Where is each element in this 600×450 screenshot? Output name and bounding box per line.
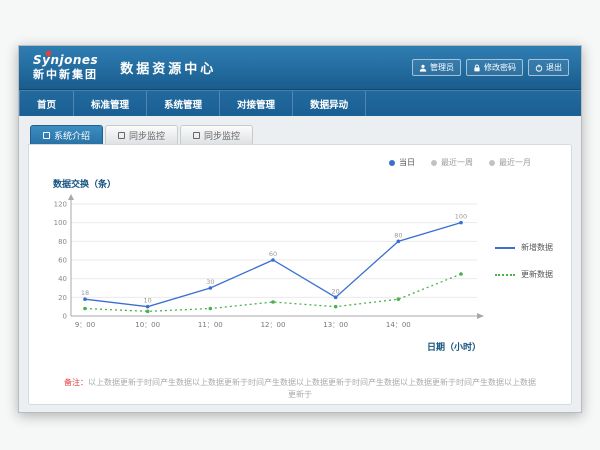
svg-text:100: 100 [54,219,67,227]
grid-icon [118,132,125,139]
series-legend: 新增数据 更新数据 [495,242,553,280]
svg-text:40: 40 [58,275,67,283]
tab-sync-monitor-2[interactable]: 同步监控 [180,125,253,144]
svg-text:30: 30 [206,278,214,286]
nav-item-system-mgmt[interactable]: 系统管理 [147,91,220,116]
svg-text:60: 60 [58,257,67,265]
main-nav: 首页 标准管理 系统管理 对接管理 数据异动 [19,90,581,116]
series-swatch-1 [495,274,515,276]
svg-text:80: 80 [58,238,67,246]
admin-user-label: 管理员 [430,62,454,73]
app-window: Synjones 新中新集团 数据资源中心 管理员 修改密码 退出 [18,45,582,413]
svg-text:20: 20 [58,294,67,302]
filter-label: 当日 [399,157,415,168]
legend-item-updated-data[interactable]: 更新数据 [495,269,553,280]
dot-icon [389,160,395,166]
change-password-label: 修改密码 [484,62,516,73]
change-password-button[interactable]: 修改密码 [466,59,523,76]
svg-text:9：00: 9：00 [75,321,95,329]
top-bar: Synjones 新中新集团 数据资源中心 管理员 修改密码 退出 [19,46,581,90]
logout-label: 退出 [546,62,562,73]
tab-sync-monitor-1[interactable]: 同步监控 [105,125,178,144]
y-axis-title: 数据交换（条） [53,177,559,190]
line-chart: 0 20 40 60 80 100 120 9：00 10：00 11：00 12：00 13：00 1… [41,192,487,344]
svg-text:14：00: 14：00 [386,321,411,329]
footnote-text: 以上数据更新于时间产生数据以上数据更新于时间产生数据以上数据更新于时间产生数据以… [88,378,536,399]
svg-text:100: 100 [455,213,467,221]
grid-icon [43,132,50,139]
admin-user-button[interactable]: 管理员 [412,59,461,76]
footnote: 备注：以上数据更新于时间产生数据以上数据更新于时间产生数据以上数据更新于时间产生… [41,377,559,400]
logo-text-cn: 新中新集团 [33,69,98,81]
svg-text:18: 18 [81,289,89,297]
power-icon [535,64,543,72]
chart-panel: 当日 最近一周 最近一月 数据交换（条） 0 20 40 60 80 100 120 9：00… [28,144,572,405]
series-swatch-0 [495,247,515,249]
top-actions: 管理员 修改密码 退出 [412,59,569,76]
legend-item-new-data[interactable]: 新增数据 [495,242,553,253]
tab-label: 系统介绍 [54,129,90,142]
svg-text:10：00: 10：00 [135,321,160,329]
svg-text:12：00: 12：00 [261,321,286,329]
svg-text:120: 120 [54,201,67,209]
grid-icon [193,132,200,139]
tab-bar: 系统介绍 同步监控 同步监控 [28,125,572,144]
nav-item-standard-mgmt[interactable]: 标准管理 [74,91,147,116]
tab-system-intro[interactable]: 系统介绍 [30,125,103,144]
tab-label: 同步监控 [129,129,165,142]
dot-icon [431,160,437,166]
user-icon [419,64,427,72]
nav-item-home[interactable]: 首页 [19,91,74,116]
series-label: 新增数据 [521,242,553,253]
filter-label: 最近一周 [441,157,473,168]
filter-label: 最近一月 [499,157,531,168]
filter-today[interactable]: 当日 [389,157,415,168]
svg-text:13：00: 13：00 [323,321,348,329]
range-filter-legend: 当日 最近一周 最近一月 [41,157,559,168]
logo-text-en: Synjones [33,54,98,67]
logout-button[interactable]: 退出 [528,59,569,76]
svg-text:10: 10 [144,297,152,305]
svg-text:20: 20 [332,287,340,295]
page-title: 数据资源中心 [120,58,216,77]
content-area: 系统介绍 同步监控 同步监控 当日 最近一周 [19,116,581,414]
dot-icon [489,160,495,166]
svg-text:0: 0 [63,313,67,321]
svg-text:60: 60 [269,250,277,258]
x-axis-title: 日期（小时） [41,340,481,353]
chart-row: 0 20 40 60 80 100 120 9：00 10：00 11：00 12：00 13：00 1… [41,192,559,344]
series-label: 更新数据 [521,269,553,280]
svg-text:80: 80 [394,231,402,239]
svg-text:11：00: 11：00 [198,321,223,329]
company-logo: Synjones 新中新集团 [33,54,98,80]
lock-icon [473,64,481,72]
footnote-label: 备注： [64,378,88,387]
nav-item-connect-mgmt[interactable]: 对接管理 [220,91,293,116]
filter-last-month[interactable]: 最近一月 [489,157,531,168]
nav-item-data-change[interactable]: 数据异动 [293,91,366,116]
filter-last-week[interactable]: 最近一周 [431,157,473,168]
tab-label: 同步监控 [204,129,240,142]
